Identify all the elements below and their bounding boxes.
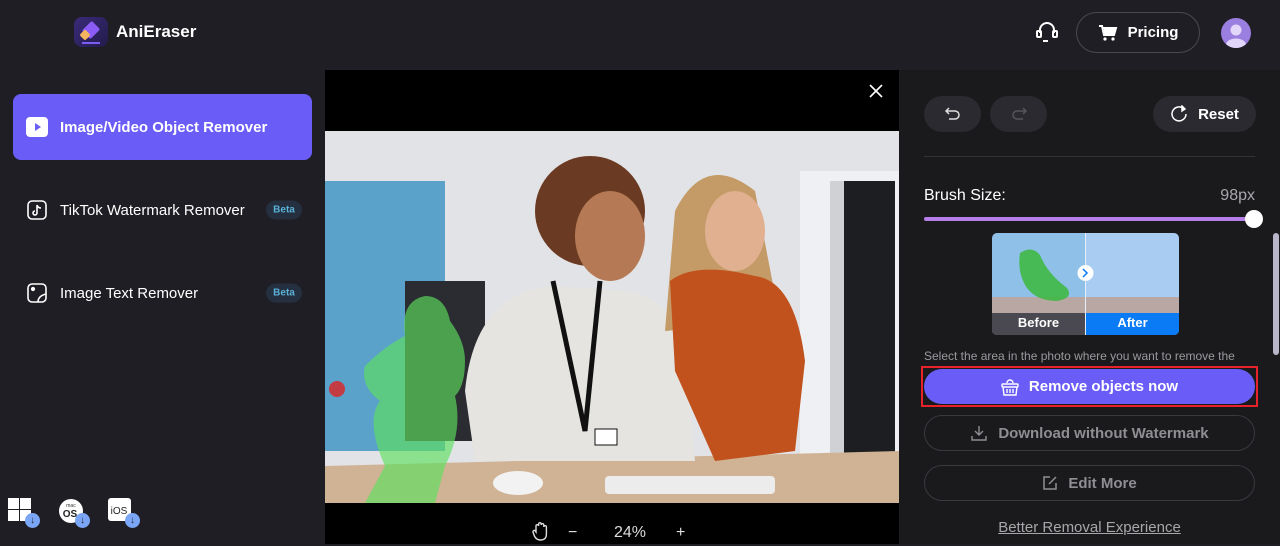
zoom-out-button[interactable]: − (568, 524, 584, 542)
before-after-preview: Before After (992, 233, 1179, 335)
ios-download-icon[interactable]: iOS ↓ (108, 498, 140, 528)
sidebar-item-label: Image Text Remover (60, 284, 199, 302)
download-label: Download without Watermark (998, 424, 1209, 442)
zoom-controls: − 24% + (325, 521, 899, 546)
edit-more-label: Edit More (1068, 474, 1137, 492)
reset-button[interactable]: Reset (1153, 96, 1256, 132)
image-icon (26, 282, 48, 304)
redo-icon (1011, 107, 1027, 120)
brush-size-label: Brush Size: (924, 187, 1006, 204)
sidebar-item-object-remover[interactable]: Image/Video Object Remover (13, 94, 312, 160)
better-removal-link[interactable]: Better Removal Experience (899, 519, 1280, 536)
download-badge-icon: ↓ (25, 513, 40, 528)
play-icon (26, 116, 48, 138)
top-bar: AniEraser Pricing (0, 0, 1280, 70)
reset-icon (1171, 105, 1187, 122)
cart-icon (1098, 24, 1117, 41)
user-avatar-icon[interactable] (1221, 18, 1251, 48)
editor-canvas[interactable]: − 24% + (325, 70, 899, 544)
beta-badge: Beta (266, 283, 302, 303)
windows-download-icon[interactable]: ↓ (8, 498, 40, 528)
hand-pan-icon[interactable] (532, 521, 552, 546)
pricing-button[interactable]: Pricing (1076, 12, 1200, 53)
undo-button[interactable] (924, 96, 981, 132)
uploaded-photo[interactable] (325, 131, 899, 503)
sidebar-item-image-text-remover[interactable]: Image Text Remover Beta (13, 260, 312, 326)
redo-button[interactable] (990, 96, 1047, 132)
svg-text:iOS: iOS (111, 506, 128, 517)
after-label: After (1117, 315, 1148, 330)
slider-handle[interactable] (1245, 210, 1263, 228)
close-icon[interactable] (869, 84, 885, 100)
zoom-in-button[interactable]: + (676, 524, 692, 542)
app-logo (74, 17, 108, 47)
tool-panel: Reset Brush Size: 98px Before After Sele… (899, 70, 1280, 544)
undo-icon (944, 107, 960, 120)
brush-size-value: 98px (1220, 187, 1255, 204)
sidebar: Image/Video Object Remover TikTok Waterm… (0, 70, 325, 544)
brush-size-slider[interactable] (924, 210, 1263, 228)
download-icon (971, 426, 988, 441)
download-badge-icon: ↓ (75, 513, 90, 528)
sidebar-item-tiktok-watermark-remover[interactable]: TikTok Watermark Remover Beta (13, 177, 312, 243)
divider (924, 156, 1255, 157)
edit-more-button[interactable]: Edit More (924, 465, 1255, 501)
panel-scrollbar[interactable] (1273, 233, 1279, 355)
sidebar-item-label: Image/Video Object Remover (60, 118, 268, 136)
download-badge-icon: ↓ (125, 513, 140, 528)
remove-objects-button[interactable]: Remove objects now (924, 369, 1255, 404)
pricing-label: Pricing (1127, 24, 1179, 41)
macos-download-icon[interactable]: mac OS ↓ (58, 498, 90, 528)
sidebar-item-label: TikTok Watermark Remover (60, 201, 245, 219)
app-title: AniEraser (116, 22, 197, 41)
reset-label: Reset (1198, 105, 1239, 123)
zoom-level: 24% (613, 524, 647, 541)
tiktok-icon (26, 199, 48, 221)
highlight-box: Remove objects now (921, 366, 1258, 407)
platform-downloads: ↓ mac OS ↓ iOS ↓ (8, 498, 140, 528)
photo-content (325, 131, 899, 503)
download-without-watermark-button[interactable]: Download without Watermark (924, 415, 1255, 451)
headset-icon[interactable] (1034, 20, 1060, 46)
edit-icon (1043, 476, 1058, 490)
basket-icon (1001, 378, 1019, 396)
before-label: Before (1017, 315, 1060, 330)
beta-badge: Beta (266, 200, 302, 220)
instruction-text: Select the area in the photo where you w… (924, 349, 1235, 363)
remove-objects-label: Remove objects now (1028, 378, 1179, 395)
eraser-icon (80, 21, 100, 44)
